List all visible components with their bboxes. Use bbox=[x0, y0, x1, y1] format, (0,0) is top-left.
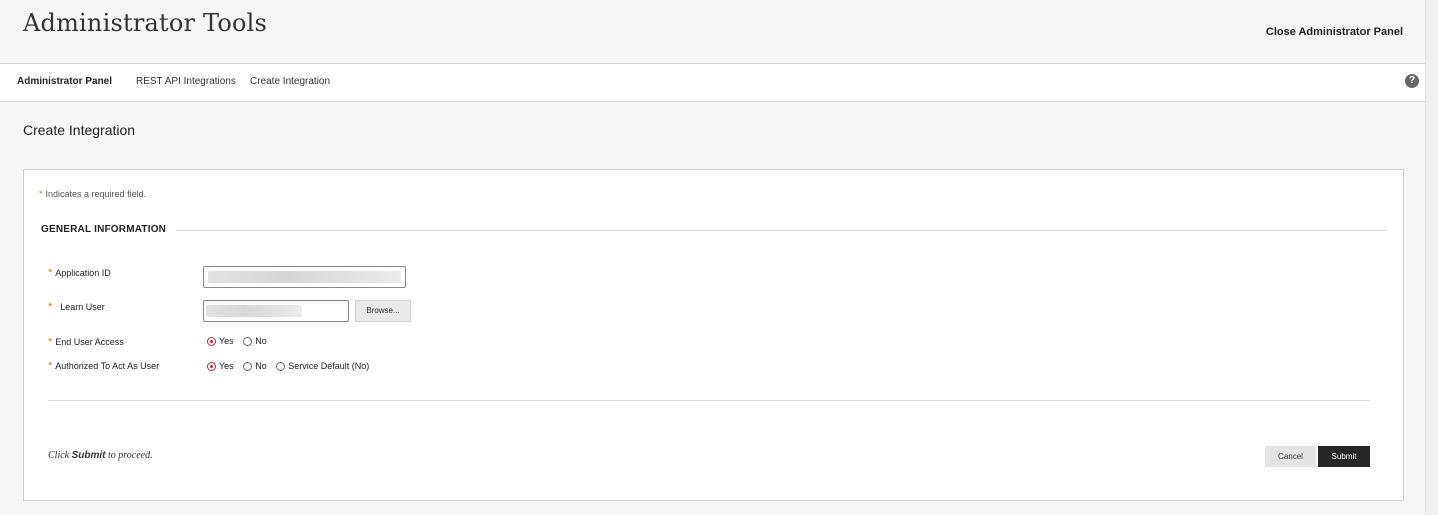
required-star-icon: * bbox=[48, 301, 53, 313]
browse-button[interactable]: Browse... bbox=[355, 300, 411, 322]
authorized-no-radio[interactable] bbox=[243, 362, 253, 371]
radio-label-no: No bbox=[255, 361, 267, 371]
breadcrumb-item-create-integration: Create Integration bbox=[250, 76, 331, 87]
radio-label-no: No bbox=[255, 336, 267, 346]
submit-button[interactable]: Submit bbox=[1318, 446, 1370, 467]
radio-label-yes: Yes bbox=[219, 336, 234, 346]
redacted-value bbox=[208, 271, 401, 283]
breadcrumb: Administrator Panel REST API Integration… bbox=[0, 64, 1426, 102]
learn-user-label: * Learn User bbox=[48, 301, 105, 313]
form-divider bbox=[48, 400, 1370, 401]
proceed-instruction: Click Submit to proceed. bbox=[48, 450, 153, 461]
end-user-access-radio-group: Yes No bbox=[203, 336, 270, 346]
redacted-value bbox=[206, 305, 302, 317]
section-title: GENERAL INFORMATION bbox=[41, 224, 167, 235]
app-title: Administrator Tools bbox=[23, 9, 268, 37]
breadcrumb-item-rest-api-integrations[interactable]: REST API Integrations bbox=[136, 76, 236, 87]
close-admin-panel-link[interactable]: Close Administrator Panel bbox=[1266, 26, 1403, 38]
application-id-label: * Application ID bbox=[48, 267, 111, 279]
radio-label-yes: Yes bbox=[219, 361, 234, 371]
section-divider bbox=[176, 230, 1388, 231]
page-title: Create Integration bbox=[23, 122, 136, 138]
breadcrumb-item-administrator-panel[interactable]: Administrator Panel bbox=[17, 76, 112, 87]
application-id-input[interactable] bbox=[203, 266, 406, 288]
required-note-text: Indicates a required field. bbox=[45, 189, 147, 199]
learn-user-input[interactable] bbox=[203, 300, 349, 322]
required-field-note: * Indicates a required field. bbox=[39, 189, 146, 199]
end-user-access-label: * End User Access bbox=[48, 336, 124, 348]
authorized-radio-group: Yes No Service Default (No) bbox=[203, 361, 372, 371]
end-user-access-no-radio[interactable] bbox=[243, 337, 253, 346]
authorized-yes-radio[interactable] bbox=[207, 362, 216, 371]
cancel-button[interactable]: Cancel bbox=[1265, 446, 1316, 467]
top-header: Administrator Tools Close Administrator … bbox=[0, 0, 1426, 64]
authorized-service-default-radio[interactable] bbox=[276, 362, 286, 371]
help-icon[interactable]: ? bbox=[1405, 74, 1419, 88]
radio-label-service-default: Service Default (No) bbox=[288, 361, 370, 371]
required-star-icon: * bbox=[48, 336, 53, 348]
form-panel: * Indicates a required field. GENERAL INF… bbox=[23, 169, 1404, 501]
required-star-icon: * bbox=[48, 267, 53, 279]
end-user-access-yes-radio[interactable] bbox=[207, 337, 216, 346]
required-star-icon: * bbox=[39, 189, 43, 199]
authorized-label: * Authorized To Act As User bbox=[48, 360, 160, 372]
required-star-icon: * bbox=[48, 360, 53, 372]
vertical-scrollbar[interactable] bbox=[1425, 0, 1438, 515]
